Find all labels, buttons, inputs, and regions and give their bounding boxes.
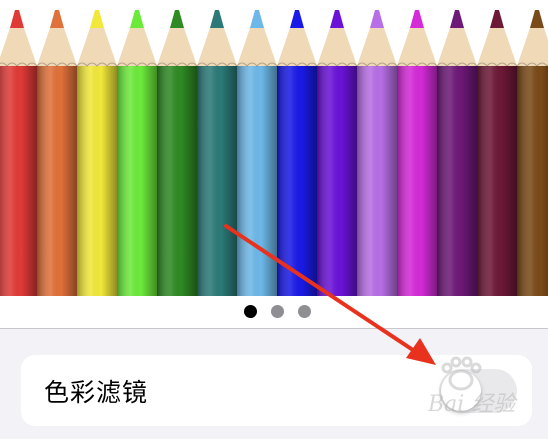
pencil-11 [396, 10, 438, 296]
pencil-8 [276, 10, 318, 296]
pencil-13 [476, 10, 518, 296]
color-filter-toggle[interactable] [439, 369, 517, 413]
pencil-10 [356, 10, 398, 296]
color-filter-label: 色彩滤镜 [44, 378, 149, 407]
pencil-9 [316, 10, 358, 296]
page-indicator[interactable] [0, 296, 548, 328]
pencil-2 [36, 10, 78, 296]
pencil-14 [516, 10, 548, 296]
color-pencils-image [0, 0, 548, 296]
page-dot-1[interactable] [244, 305, 257, 318]
pencil-3 [76, 10, 118, 296]
pencil-12 [436, 10, 478, 296]
pencil-4 [116, 10, 158, 296]
page-dot-2[interactable] [271, 305, 284, 318]
settings-section: 色彩滤镜 [0, 329, 548, 439]
pencil-5 [156, 10, 198, 296]
color-filter-row[interactable]: 色彩滤镜 [21, 355, 532, 426]
pencil-7 [236, 10, 278, 296]
pencil-1 [0, 10, 38, 296]
pencil-6 [196, 10, 238, 296]
page-dot-3[interactable] [298, 305, 311, 318]
toggle-knob[interactable] [441, 371, 481, 411]
